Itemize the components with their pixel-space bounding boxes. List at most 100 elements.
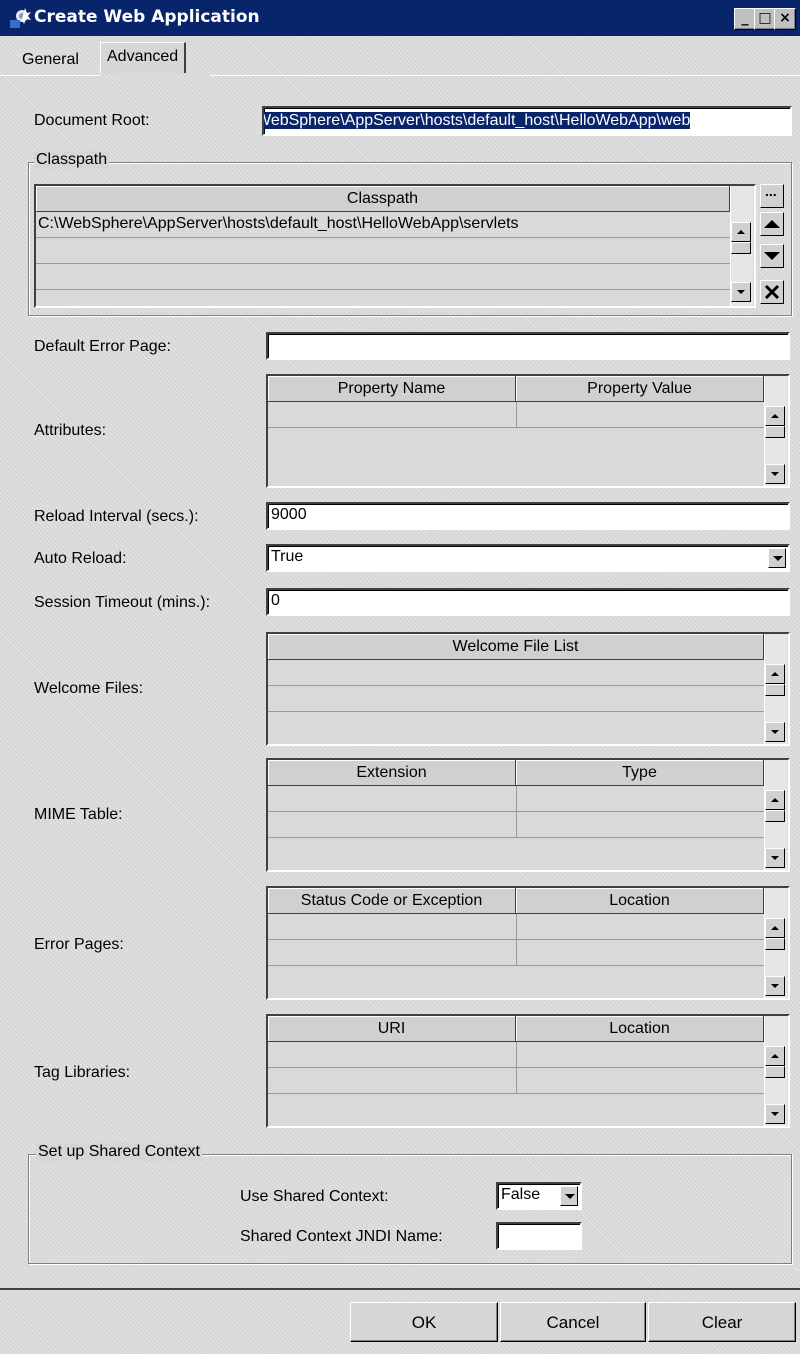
table-row[interactable] [268, 660, 764, 686]
shared-context-group [28, 1154, 792, 1264]
use-shared-context-select[interactable]: False [496, 1182, 582, 1210]
scroll-thumb[interactable] [765, 938, 785, 950]
use-shared-context-dropdown-button[interactable] [560, 1186, 578, 1206]
use-shared-context-label: Use Shared Context: [240, 1188, 389, 1205]
arrow-down-icon [771, 472, 779, 476]
welcome-files-label: Welcome Files: [34, 680, 144, 697]
chevron-down-icon [565, 1194, 575, 1199]
classpath-scrollbar[interactable] [730, 186, 753, 306]
maximize-button[interactable]: □ [754, 8, 776, 30]
scroll-thumb[interactable] [765, 810, 785, 822]
welcome-file-list-header[interactable]: Welcome File List [268, 634, 764, 660]
shared-context-jndi-label: Shared Context JNDI Name: [240, 1228, 443, 1245]
clear-button[interactable]: Clear [648, 1302, 796, 1342]
document-root-input[interactable]: WebSphere\AppServer\hosts\default_host\H… [262, 106, 792, 136]
auto-reload-dropdown-button[interactable] [768, 548, 786, 568]
triangle-up-icon [764, 220, 780, 228]
tag-libraries-header-uri[interactable]: URI [268, 1016, 516, 1042]
scroll-up-button[interactable] [765, 790, 785, 810]
scroll-thumb[interactable] [765, 426, 785, 438]
mime-scrollbar[interactable] [764, 760, 787, 870]
button-bar-divider [0, 1288, 800, 1290]
classpath-row[interactable] [36, 238, 730, 264]
remove-button[interactable] [760, 280, 784, 304]
close-icon: × [779, 10, 791, 26]
mime-table-label: MIME Table: [34, 806, 123, 823]
scroll-up-button[interactable] [765, 1046, 785, 1066]
cell-divider [516, 402, 517, 428]
arrow-down-icon [771, 856, 779, 860]
tab-advanced[interactable]: Advanced [100, 42, 187, 73]
tab-general[interactable]: General [16, 46, 85, 74]
scroll-down-button[interactable] [765, 464, 785, 484]
reload-interval-label: Reload Interval (secs.): [34, 508, 199, 525]
triangle-down-icon [764, 252, 780, 260]
tag-libraries-label: Tag Libraries: [34, 1064, 131, 1081]
tab-bar: General Advanced [0, 36, 800, 76]
mime-table[interactable]: Extension Type [266, 758, 790, 872]
error-pages-header-status-code[interactable]: Status Code or Exception [268, 888, 516, 914]
create-web-application-window: Create Web Application _ □ × General Adv… [0, 0, 800, 1354]
scroll-thumb[interactable] [731, 242, 751, 254]
tab-border-left [0, 75, 100, 76]
welcome-files-table[interactable]: Welcome File List [266, 632, 790, 746]
arrow-up-icon [771, 1054, 779, 1058]
table-row[interactable] [268, 686, 764, 712]
error-pages-table[interactable]: Status Code or Exception Location [266, 886, 790, 1000]
scroll-down-button[interactable] [765, 848, 785, 868]
scroll-thumb[interactable] [765, 1066, 785, 1078]
arrow-down-icon [737, 290, 745, 294]
reload-interval-input[interactable]: 9000 [266, 502, 790, 530]
scroll-up-button[interactable] [765, 664, 785, 684]
scroll-down-button[interactable] [765, 722, 785, 742]
attributes-header-property-name[interactable]: Property Name [268, 376, 516, 402]
scroll-up-button[interactable] [765, 406, 785, 426]
default-error-page-input[interactable] [266, 332, 790, 360]
error-pages-scrollbar[interactable] [764, 888, 787, 998]
tag-libraries-scrollbar[interactable] [764, 1016, 787, 1126]
mime-header-extension[interactable]: Extension [268, 760, 516, 786]
arrow-down-icon [771, 1112, 779, 1116]
session-timeout-input[interactable]: 0 [266, 588, 790, 616]
document-root-label: Document Root: [34, 112, 150, 129]
scroll-down-button[interactable] [731, 282, 751, 302]
tag-libraries-table[interactable]: URI Location [266, 1014, 790, 1128]
auto-reload-label: Auto Reload: [34, 550, 127, 567]
tag-libraries-header-location[interactable]: Location [516, 1016, 764, 1042]
scroll-up-button[interactable] [731, 222, 751, 242]
shared-context-group-title: Set up Shared Context [36, 1143, 202, 1161]
classpath-table[interactable]: Classpath C:\WebSphere\AppServer\hosts\d… [34, 184, 756, 308]
classpath-browse-button[interactable]: ... [760, 183, 784, 208]
document-root-value: WebSphere\AppServer\hosts\default_host\H… [264, 112, 691, 129]
move-down-button[interactable] [760, 244, 784, 268]
error-pages-header-location[interactable]: Location [516, 888, 764, 914]
scroll-thumb[interactable] [765, 684, 785, 696]
attributes-scrollbar[interactable] [764, 376, 787, 486]
close-button[interactable]: × [774, 8, 796, 30]
auto-reload-value: True [271, 548, 304, 565]
scroll-down-button[interactable] [765, 976, 785, 996]
mime-header-type[interactable]: Type [516, 760, 764, 786]
delete-x-icon [764, 284, 780, 300]
scroll-up-button[interactable] [765, 918, 785, 938]
classpath-row[interactable]: C:\WebSphere\AppServer\hosts\default_hos… [36, 212, 730, 238]
arrow-up-icon [737, 230, 745, 234]
arrow-up-icon [771, 414, 779, 418]
default-error-page-label: Default Error Page: [34, 338, 171, 355]
classpath-column-header[interactable]: Classpath [36, 186, 730, 212]
auto-reload-select[interactable]: True [266, 544, 790, 572]
scroll-down-button[interactable] [765, 1104, 785, 1124]
shared-context-jndi-input[interactable] [496, 1222, 582, 1250]
ok-button[interactable]: OK [350, 1302, 498, 1342]
minimize-button[interactable]: _ [734, 8, 756, 30]
classpath-row[interactable] [36, 264, 730, 290]
cancel-button[interactable]: Cancel [500, 1302, 646, 1342]
welcome-files-scrollbar[interactable] [764, 634, 787, 744]
browse-label: ... [765, 183, 777, 199]
session-timeout-label: Session Timeout (mins.): [34, 594, 211, 611]
attributes-table[interactable]: Property Name Property Value [266, 374, 790, 488]
move-up-button[interactable] [760, 212, 784, 236]
attributes-header-property-value[interactable]: Property Value [516, 376, 764, 402]
window-title: Create Web Application [34, 7, 260, 27]
use-shared-context-value: False [501, 1186, 541, 1203]
